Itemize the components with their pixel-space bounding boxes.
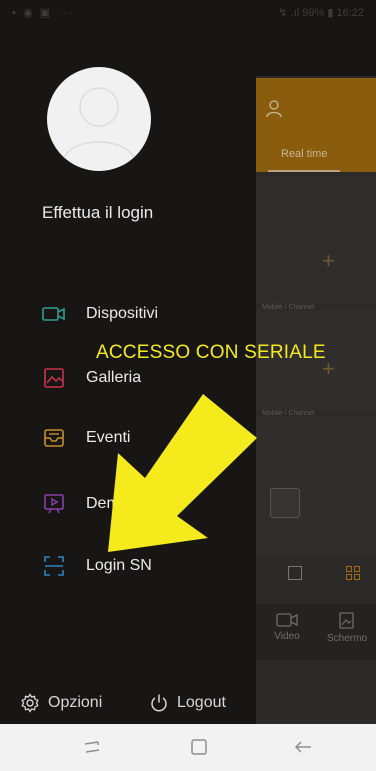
back-button[interactable] bbox=[290, 734, 316, 760]
tab-video[interactable]: Video bbox=[258, 612, 316, 642]
menu-item-eventi[interactable]: Eventi bbox=[42, 424, 130, 452]
menu-item-label: Galleria bbox=[86, 369, 142, 386]
menu-item-demo[interactable]: Demo bbox=[42, 490, 129, 518]
power-icon bbox=[151, 694, 167, 712]
login-prompt[interactable]: Effettua il login bbox=[42, 203, 153, 223]
single-view-icon[interactable] bbox=[288, 566, 302, 580]
recent-apps-button[interactable] bbox=[79, 734, 105, 760]
user-icon bbox=[266, 100, 282, 118]
menu-item-label: Demo bbox=[86, 495, 129, 512]
scan-icon bbox=[42, 554, 66, 578]
menu-item-label: Login SN bbox=[86, 557, 152, 574]
play-screen-icon bbox=[42, 492, 66, 516]
annotation-text: ACCESSO CON SERIALE bbox=[96, 342, 326, 363]
gallery-icon bbox=[42, 366, 66, 390]
menu-item-label: Eventi bbox=[86, 429, 131, 446]
realtime-tab-label: Real time bbox=[281, 148, 328, 160]
tab-schermo-label: Schermo bbox=[326, 633, 367, 644]
tab-schermo[interactable]: Schermo bbox=[318, 612, 376, 644]
menu-item-dispositivi[interactable]: Dispositivi bbox=[42, 300, 158, 328]
status-bar: ▪ ◉ ▣ ··· ↯ .ıl 99% ▮ 16:22 bbox=[0, 0, 376, 24]
user-avatar-icon bbox=[62, 87, 136, 164]
home-icon bbox=[191, 739, 207, 755]
camera-icon bbox=[42, 302, 66, 326]
back-icon bbox=[294, 741, 311, 753]
system-nav-bar bbox=[0, 724, 376, 771]
realtime-tab-indicator bbox=[268, 170, 340, 172]
add-channel-icon[interactable]: + bbox=[322, 248, 335, 274]
channel-cell[interactable] bbox=[256, 176, 376, 304]
home-button[interactable] bbox=[186, 734, 212, 760]
menu-item-login-sn[interactable]: Login SN bbox=[42, 552, 152, 580]
avatar[interactable] bbox=[47, 67, 151, 171]
logout-label: Logout bbox=[177, 694, 226, 711]
gear-icon bbox=[21, 693, 39, 713]
logout-button[interactable]: Logout bbox=[149, 690, 226, 716]
notification-icons: ▪ ◉ ▣ ··· bbox=[12, 7, 75, 19]
menu-item-label: Dispositivi bbox=[86, 305, 159, 322]
grid-view-icon[interactable] bbox=[346, 566, 360, 580]
snapshot-thumbnail[interactable] bbox=[270, 488, 300, 518]
options-label: Opzioni bbox=[48, 694, 103, 711]
inbox-icon bbox=[42, 426, 66, 450]
options-button[interactable]: Opzioni bbox=[20, 690, 102, 716]
channel-cell[interactable] bbox=[256, 416, 376, 556]
image-icon bbox=[339, 612, 354, 629]
video-icon bbox=[276, 613, 298, 627]
menu-item-galleria[interactable]: Galleria bbox=[42, 364, 141, 392]
status-indicators: ↯ .ıl 99% ▮ 16:22 bbox=[278, 7, 364, 19]
recent-apps-icon bbox=[84, 741, 100, 753]
tab-video-label: Video bbox=[274, 631, 300, 642]
